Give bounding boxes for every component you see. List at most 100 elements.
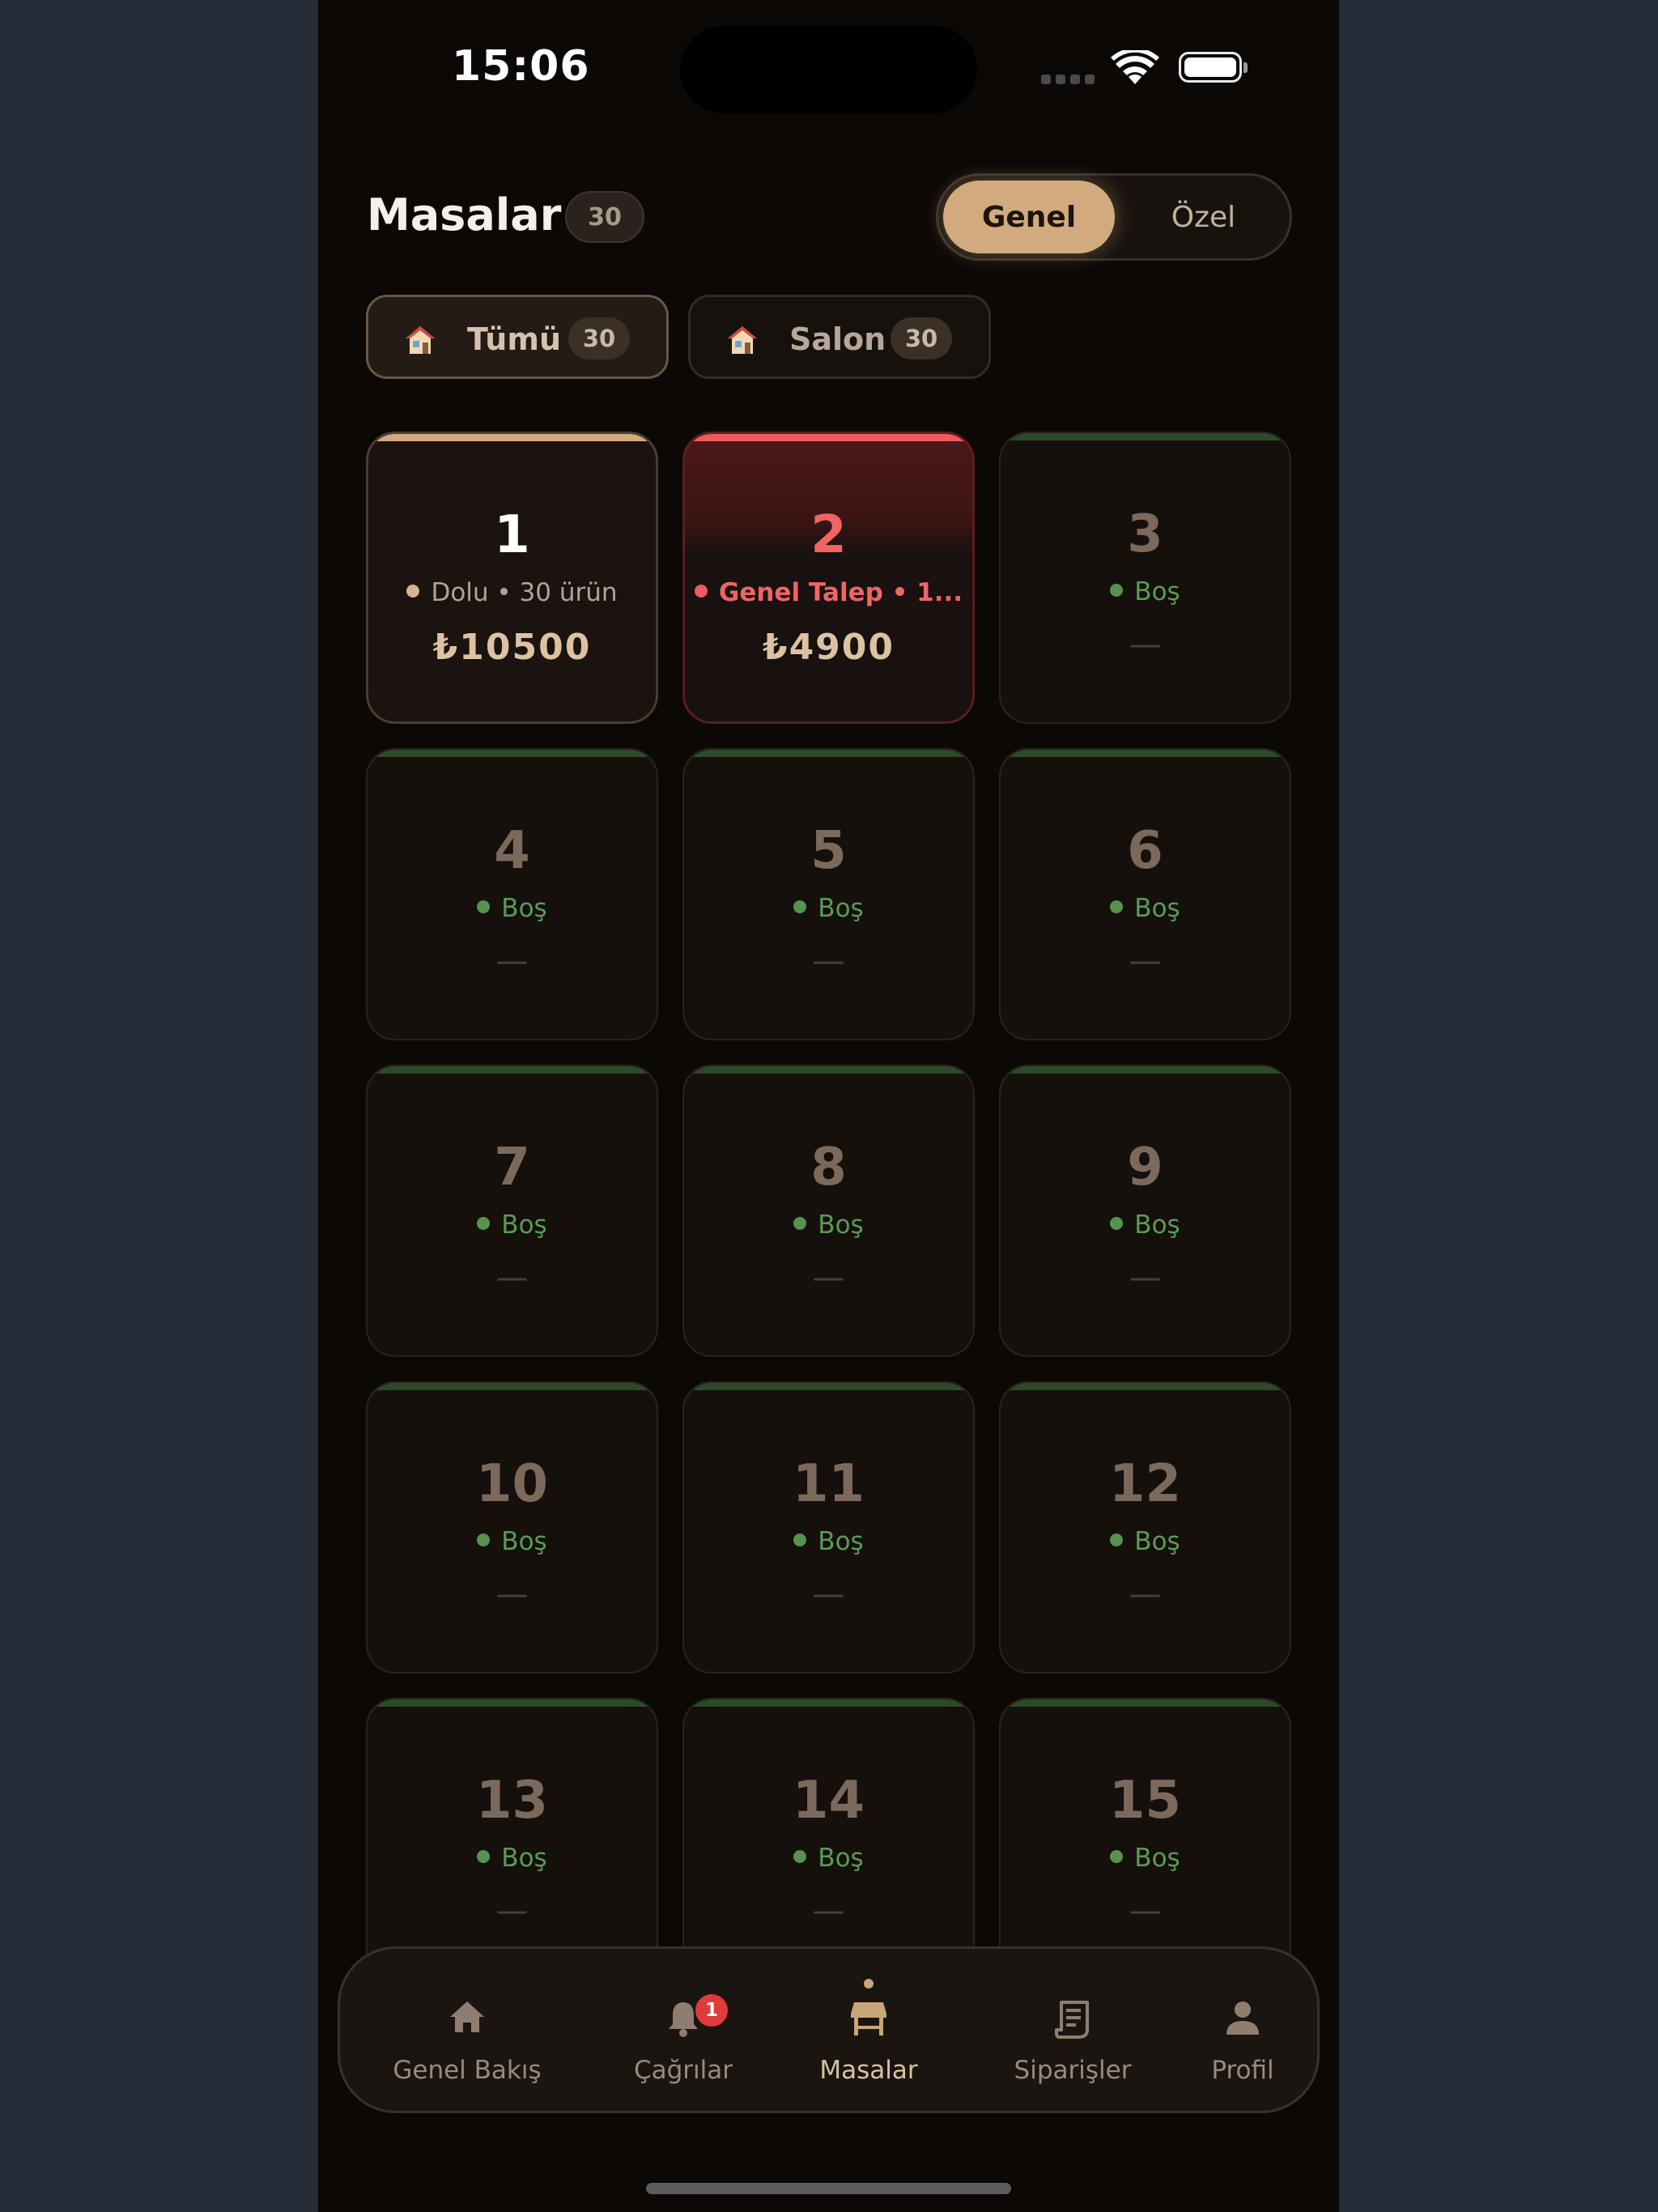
- status-bar-accent: [368, 1699, 657, 1707]
- status-dot: [793, 1216, 807, 1230]
- table-status: Boş: [684, 1844, 973, 1873]
- table-number: 1: [494, 505, 530, 565]
- status-dot: [793, 900, 807, 913]
- status-text: Boş: [501, 1844, 547, 1873]
- status-dot: [477, 900, 491, 913]
- table-card[interactable]: 11 Boş —: [682, 1381, 975, 1674]
- status-bar-accent: [1001, 433, 1290, 440]
- table-status: Genel Talep • 1...: [685, 578, 972, 607]
- table-card[interactable]: 3 Boş —: [999, 432, 1291, 724]
- table-status: Boş: [368, 894, 657, 923]
- filter-count: 30: [891, 317, 952, 359]
- segment-genel[interactable]: Genel: [943, 181, 1115, 253]
- table-number: 12: [1108, 1454, 1182, 1514]
- status-dot: [694, 584, 708, 598]
- table-amount: —: [1129, 1259, 1162, 1296]
- filter-label: Tümü: [467, 321, 562, 357]
- table-card[interactable]: 9 Boş —: [999, 1065, 1291, 1357]
- home-icon: [450, 2001, 484, 2032]
- table-count-badge: 30: [565, 191, 644, 243]
- status-dot: [1110, 1849, 1124, 1863]
- wifi-icon: [1111, 48, 1159, 89]
- status-time: 15:06: [452, 42, 590, 91]
- table-number: 2: [810, 505, 847, 565]
- table-status: Boş: [1001, 1210, 1290, 1240]
- table-amount: —: [495, 942, 529, 980]
- table-amount: —: [495, 1892, 529, 1929]
- status-dot: [793, 1849, 807, 1863]
- table-card[interactable]: 7 Boş —: [366, 1065, 658, 1357]
- status-text: Boş: [501, 1527, 547, 1556]
- status-text: Boş: [818, 1210, 864, 1240]
- table-amount: —: [812, 942, 845, 980]
- table-status: Boş: [368, 1210, 657, 1240]
- filter-chip-salon[interactable]: Salon 30: [688, 295, 991, 379]
- table-status: Boş: [1001, 894, 1290, 923]
- nav-genel-bakis[interactable]: Genel Bakış: [374, 1949, 560, 2111]
- nav-siparisler[interactable]: Siparişler: [988, 1949, 1158, 2111]
- table-number: 15: [1108, 1771, 1182, 1831]
- status-dot: [793, 1533, 807, 1546]
- status-bar-accent: [368, 1066, 657, 1074]
- status-text: Genel Talep • 1...: [718, 578, 963, 607]
- table-card[interactable]: 12 Boş —: [999, 1381, 1291, 1674]
- status-text: Boş: [1134, 1210, 1180, 1240]
- table-amount: —: [495, 1259, 529, 1296]
- table-amount: —: [1129, 626, 1162, 663]
- status-text: Boş: [1134, 1527, 1180, 1556]
- table-number: 6: [1127, 821, 1163, 881]
- notification-badge: 1: [695, 1994, 728, 2027]
- status-bar-accent: [1001, 750, 1290, 757]
- table-card[interactable]: 8 Boş —: [682, 1065, 975, 1357]
- status-dot: [477, 1216, 491, 1230]
- table-status: Boş: [368, 1844, 657, 1873]
- table-number: 8: [810, 1138, 847, 1197]
- table-amount: —: [1129, 1576, 1162, 1613]
- status-bar-accent: [1001, 1066, 1290, 1074]
- home-indicator[interactable]: [646, 2183, 1011, 2194]
- status-bar-accent: [1001, 1699, 1290, 1707]
- status-dot: [1110, 1216, 1124, 1230]
- table-number: 5: [810, 821, 847, 881]
- nav-label: Profil: [1211, 2056, 1274, 2085]
- status-bar-accent: [368, 750, 657, 757]
- table-status: Boş: [684, 1210, 973, 1240]
- table-number: 7: [494, 1138, 530, 1197]
- status-bar-accent: [684, 1699, 973, 1707]
- status-bar-accent: [684, 1066, 973, 1074]
- table-amount: —: [812, 1892, 845, 1929]
- house-icon: [728, 326, 757, 354]
- table-amount: —: [495, 1576, 529, 1613]
- nav-label: Genel Bakış: [393, 2056, 542, 2085]
- receipt-icon: [1055, 2001, 1089, 2039]
- table-status: Boş: [368, 1527, 657, 1556]
- table-card[interactable]: 10 Boş —: [366, 1381, 658, 1674]
- nav-profil[interactable]: Profil: [1190, 1949, 1295, 2111]
- status-dot: [477, 1849, 491, 1863]
- segment-ozel[interactable]: Özel: [1120, 181, 1286, 253]
- status-dot: [406, 584, 420, 598]
- person-icon: [1226, 2001, 1259, 2035]
- status-dot: [477, 1533, 491, 1546]
- table-number: 3: [1127, 504, 1163, 564]
- status-text: Boş: [818, 894, 864, 923]
- battery-icon: [1179, 52, 1248, 83]
- nav-cagrilar[interactable]: 1 Çağrılar: [610, 1949, 756, 2111]
- status-text: Boş: [501, 894, 547, 923]
- house-icon: [406, 326, 435, 354]
- nav-label: Çağrılar: [633, 2056, 733, 2085]
- table-card[interactable]: 6 Boş —: [999, 748, 1291, 1040]
- status-text: Boş: [818, 1527, 864, 1556]
- table-card[interactable]: 1 Dolu • 30 ürün ₺10500: [366, 432, 658, 724]
- table-card[interactable]: 5 Boş —: [682, 748, 975, 1040]
- filter-chip-all[interactable]: Tümü 30: [366, 295, 669, 379]
- table-card[interactable]: 4 Boş —: [366, 748, 658, 1040]
- nav-masalar[interactable]: Masalar: [800, 1949, 937, 2111]
- status-bar-accent: [368, 1383, 657, 1390]
- status-dot: [1110, 1533, 1124, 1546]
- table-number: 4: [494, 821, 530, 881]
- table-card[interactable]: 2 Genel Talep • 1... ₺4900: [682, 432, 975, 724]
- table-number: 9: [1127, 1138, 1163, 1197]
- status-text: Boş: [501, 1210, 547, 1240]
- table-status: Boş: [684, 894, 973, 923]
